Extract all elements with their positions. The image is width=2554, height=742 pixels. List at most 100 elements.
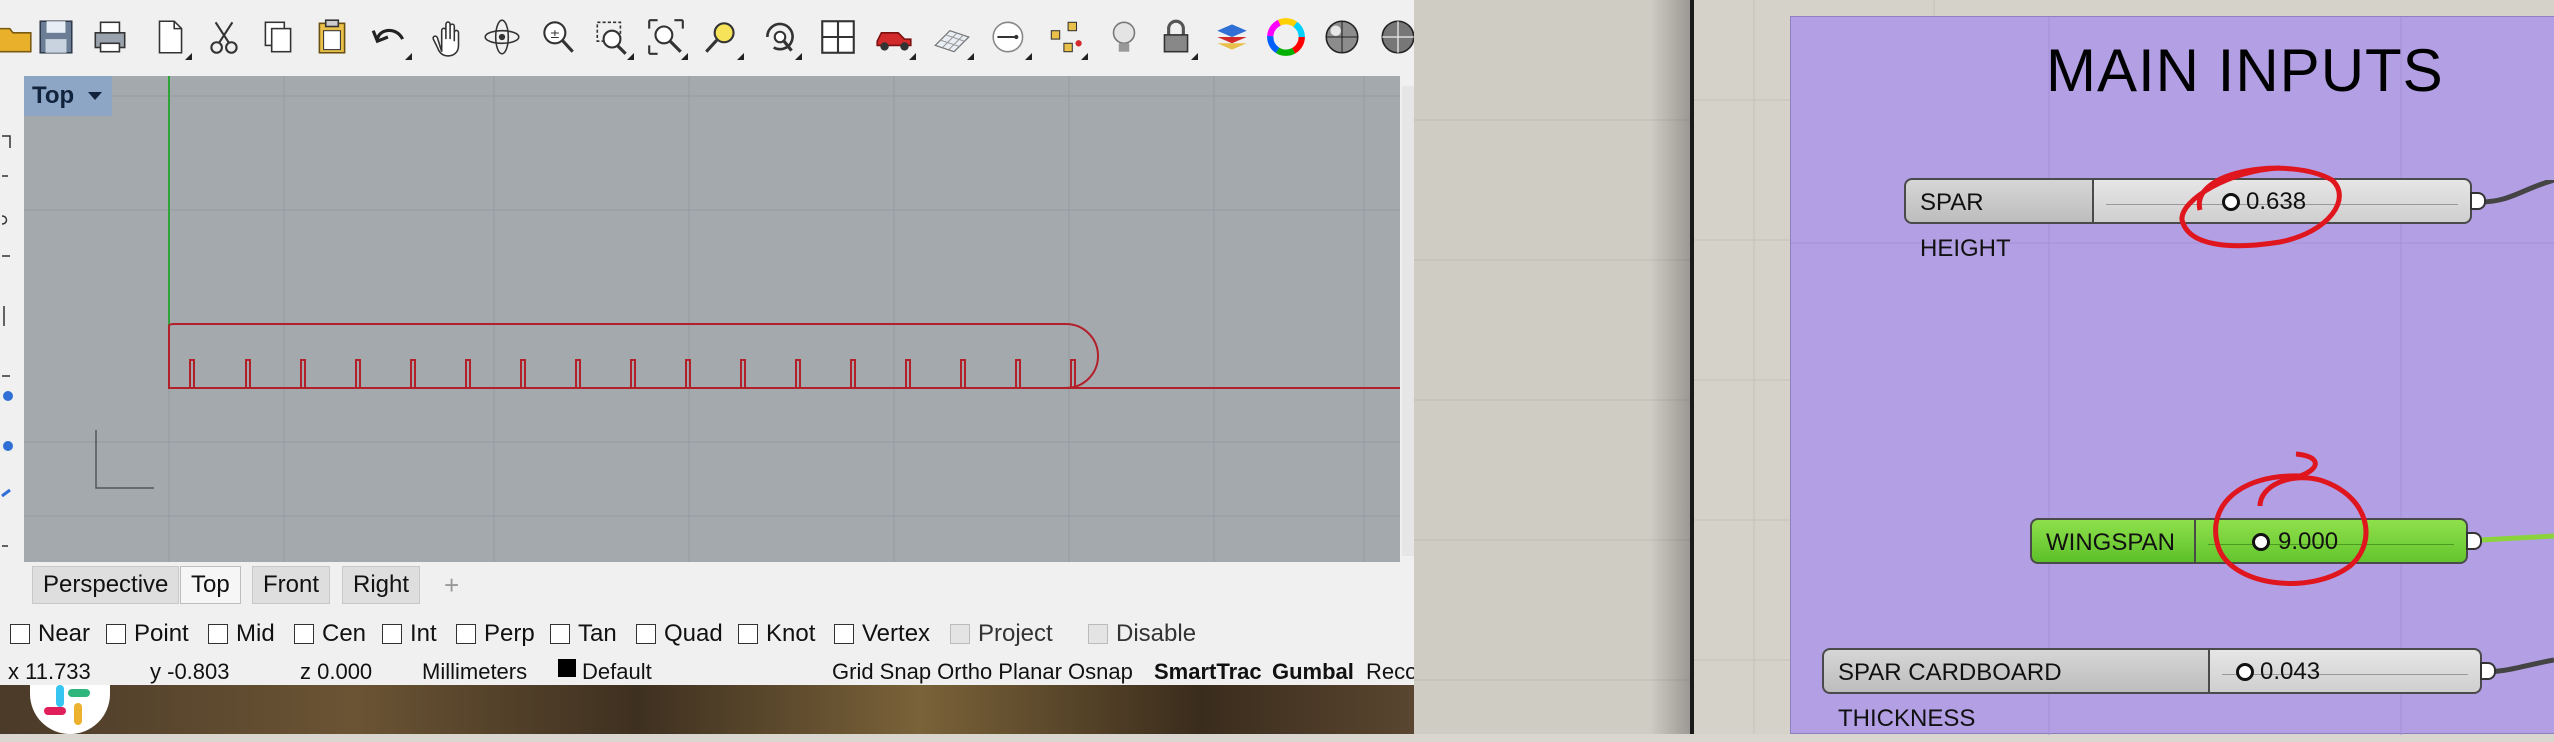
rotate-camera-icon[interactable] — [756, 10, 804, 64]
grid-options-icon[interactable] — [928, 10, 976, 64]
rotate-view-icon[interactable] — [478, 10, 526, 64]
checkbox[interactable] — [1088, 624, 1108, 644]
world-axes-icon — [95, 430, 154, 489]
new-page-icon[interactable] — [146, 10, 194, 64]
lock-icon[interactable] — [1152, 10, 1200, 64]
status-modes[interactable]: Grid Snap Ortho Planar Osnap — [832, 659, 1133, 685]
osnap-quad[interactable]: Quad — [636, 620, 723, 648]
checkbox[interactable] — [208, 624, 228, 644]
osnap-bar: Near Point Mid Cen Int Perp Tan Quad Kno… — [0, 612, 1414, 656]
zoom-icon[interactable]: ± — [534, 10, 582, 64]
osnap-mid[interactable]: Mid — [208, 620, 275, 648]
status-record[interactable]: Reco — [1366, 659, 1414, 685]
zoom-window-icon[interactable] — [588, 10, 636, 64]
save-icon[interactable] — [32, 10, 80, 64]
osnap-label: Point — [134, 620, 189, 647]
spar-profile-curve — [168, 323, 1099, 389]
status-layer[interactable]: Default — [582, 659, 652, 685]
paste-icon[interactable] — [308, 10, 356, 64]
tab-perspective[interactable]: Perspective — [32, 566, 180, 604]
output-port[interactable] — [2480, 662, 2496, 680]
output-port[interactable] — [2466, 532, 2482, 550]
osnap-label: Knot — [766, 620, 816, 647]
main-inputs-group[interactable] — [1790, 16, 2554, 735]
osnap-label: Near — [38, 620, 91, 647]
viewport-menu-chevron-icon[interactable] — [88, 92, 103, 100]
osnap-label: Int — [410, 620, 437, 647]
copy-icon[interactable] — [254, 10, 302, 64]
pan-icon[interactable] — [424, 10, 472, 64]
tab-front[interactable]: Front — [252, 566, 331, 604]
car-icon[interactable] — [870, 10, 918, 64]
print-icon[interactable] — [86, 10, 134, 64]
undo-icon[interactable] — [366, 10, 414, 64]
osnap-project[interactable]: Project — [950, 620, 1053, 648]
side-toolbar — [0, 76, 22, 566]
light-bulb-icon[interactable] — [1100, 10, 1148, 64]
checkbox[interactable] — [456, 624, 476, 644]
viewport-scrollbar[interactable] — [1402, 86, 1414, 556]
rhino-window: ± Top Perspective Top Front Right + Near… — [0, 0, 1414, 685]
checkbox[interactable] — [10, 624, 30, 644]
slider-label: SPAR HEIGHT — [1904, 178, 2092, 262]
slider-track[interactable]: 0.043 — [2208, 648, 2482, 694]
osnap-disable[interactable]: Disable — [1088, 620, 1196, 648]
slack-icon[interactable] — [30, 685, 110, 734]
output-port[interactable] — [2470, 192, 2486, 210]
slider-knob[interactable] — [2236, 663, 2254, 681]
checkbox[interactable] — [106, 624, 126, 644]
zoom-selected-icon[interactable] — [698, 10, 746, 64]
canvas-margin — [1414, 0, 1690, 734]
slider-value: 0.043 — [2260, 658, 2321, 685]
osnap-near[interactable]: Near — [10, 620, 90, 648]
osnap-cen[interactable]: Cen — [294, 620, 366, 648]
osnap-point[interactable]: Point — [106, 620, 189, 648]
viewport-canvas — [24, 76, 1400, 562]
tab-top[interactable]: Top — [180, 566, 241, 604]
osnap-knot[interactable]: Knot — [738, 620, 815, 648]
zoom-extents-icon[interactable] — [642, 10, 690, 64]
checkbox[interactable] — [834, 624, 854, 644]
annotation-circle-2 — [2213, 451, 2369, 586]
cut-icon[interactable] — [200, 10, 248, 64]
status-gumball[interactable]: Gumbal — [1272, 659, 1354, 685]
osnap-vertex[interactable]: Vertex — [834, 620, 930, 648]
render-sphere-icon[interactable] — [1318, 10, 1366, 64]
shape-points-icon[interactable] — [1042, 10, 1090, 64]
osnap-int[interactable]: Int — [382, 620, 437, 648]
osnap-label: Mid — [236, 620, 275, 647]
layer-color-swatch — [558, 659, 576, 677]
checkbox[interactable] — [382, 624, 402, 644]
standard-toolbar: ± — [0, 0, 1414, 76]
viewport-title[interactable]: Top — [24, 76, 112, 116]
wires — [2480, 180, 2554, 675]
osnap-perp[interactable]: Perp — [456, 620, 535, 648]
checkbox[interactable] — [550, 624, 570, 644]
grid-view-icon[interactable] — [814, 10, 862, 64]
status-y: y -0.803 — [150, 659, 230, 684]
viewport-tabs: Perspective Top Front Right + — [24, 562, 1414, 608]
layer-icon[interactable] — [1208, 10, 1256, 64]
osnap-label: Perp — [484, 620, 535, 647]
add-tab-icon[interactable]: + — [444, 570, 459, 601]
top-viewport[interactable]: Top — [24, 76, 1400, 562]
tab-right[interactable]: Right — [342, 566, 421, 604]
spar-cardboard-thickness-slider[interactable]: SPAR CARDBOARD THICKNESS 0.043 — [1822, 648, 2496, 732]
osnap-label: Tan — [578, 620, 617, 647]
checkbox[interactable] — [636, 624, 656, 644]
status-smarttrack[interactable]: SmartTrac — [1154, 659, 1262, 685]
osnap-tan[interactable]: Tan — [550, 620, 617, 648]
checkbox[interactable] — [950, 624, 970, 644]
render-sphere-2-icon[interactable] — [1374, 10, 1414, 64]
status-units[interactable]: Millimeters — [422, 659, 527, 685]
group-title: MAIN INPUTS — [2046, 37, 2444, 104]
checkbox[interactable] — [294, 624, 314, 644]
desktop-wallpaper — [0, 685, 1414, 734]
svg-text:±: ± — [550, 26, 561, 41]
osnap-label: Cen — [322, 620, 367, 647]
status-z: z 0.000 — [300, 659, 373, 684]
checkbox[interactable] — [738, 624, 758, 644]
osnap-label: Disable — [1116, 620, 1197, 647]
cplane-icon[interactable] — [986, 10, 1034, 64]
color-wheel-icon[interactable] — [1262, 10, 1310, 64]
